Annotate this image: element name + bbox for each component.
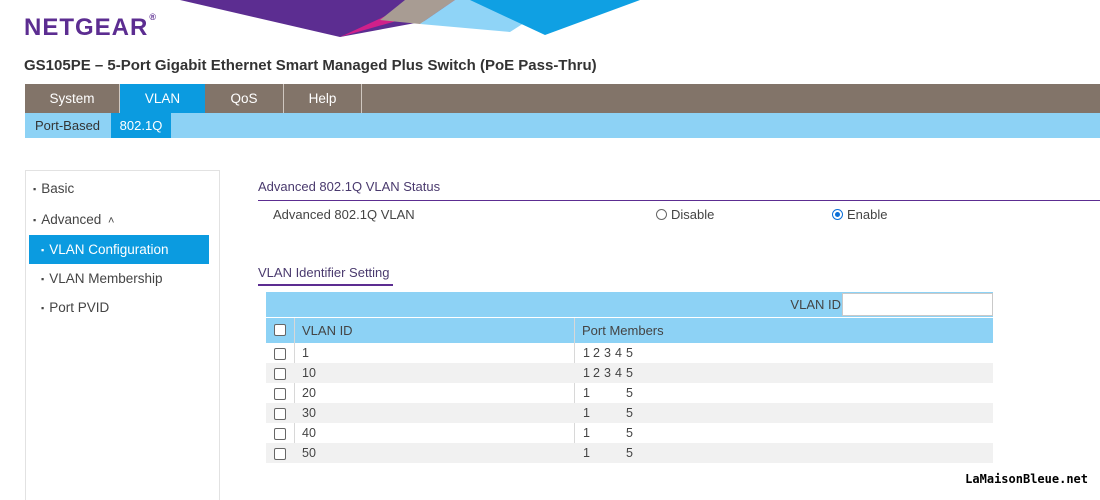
table-row: 30 1 5 [266, 403, 993, 423]
vlan-id-input[interactable] [842, 293, 993, 316]
status-section-title: Advanced 802.1Q VLAN Status [258, 179, 441, 194]
bullet-icon: ▪ [33, 214, 37, 225]
logo-text: NETGEAR [24, 14, 149, 41]
registered-mark: ® [149, 12, 157, 22]
vlan-id-cell: 10 [302, 366, 316, 380]
port-member: 1 [583, 386, 590, 400]
table-row: 50 1 5 [266, 443, 993, 463]
bullet-icon: ▪ [41, 244, 45, 255]
table-row: 20 1 5 [266, 383, 993, 403]
port-member: 5 [626, 346, 633, 360]
table-header: VLAN ID Port Members [266, 318, 993, 343]
port-member: 5 [626, 366, 633, 380]
port-member: 3 [604, 366, 611, 380]
row-checkbox[interactable] [274, 388, 286, 400]
vlan-id-cell: 40 [302, 426, 316, 440]
row-checkbox[interactable] [274, 368, 286, 380]
vlan-id-cell: 30 [302, 406, 316, 420]
sidebar-item-port-pvid[interactable]: ▪ Port PVID [41, 293, 109, 322]
enable-label: Enable [847, 207, 888, 222]
vlan-id-cell: 20 [302, 386, 316, 400]
netgear-logo: NETGEAR® [24, 12, 157, 42]
disable-radio[interactable] [656, 209, 667, 220]
subtab-port-based[interactable]: Port-Based [35, 113, 100, 138]
advanced-vlan-label: Advanced 802.1Q VLAN [273, 207, 415, 222]
tab-system[interactable]: System [25, 84, 120, 113]
port-member: 4 [615, 366, 622, 380]
port-member: 1 [583, 406, 590, 420]
vlan-id-cell: 50 [302, 446, 316, 460]
row-checkbox[interactable] [274, 408, 286, 420]
row-checkbox[interactable] [274, 428, 286, 440]
status-section-divider [258, 200, 1100, 201]
port-member: 5 [626, 406, 633, 420]
sidebar: ▪ Basic ▪ Advanced ˄ ▪ VLAN Configuration ▪… [25, 170, 220, 500]
header-banner-graphic [180, 0, 640, 37]
port-member: 1 [583, 346, 590, 360]
port-member: 1 [583, 446, 590, 460]
disable-label: Disable [671, 207, 715, 222]
port-member: 1 [583, 426, 590, 440]
vlan-id-entry-row: VLAN ID [266, 292, 993, 317]
bullet-icon: ▪ [33, 183, 37, 194]
vlan-id-entry-label: VLAN ID [790, 297, 841, 312]
top-nav: System VLAN QoS Help [25, 84, 1100, 113]
identifier-section-underline [258, 284, 393, 286]
sidebar-item-advanced[interactable]: ▪ Advanced ˄ [33, 205, 114, 234]
identifier-section-title: VLAN Identifier Setting [258, 265, 390, 280]
bullet-icon: ▪ [41, 273, 45, 284]
watermark: LaMaisonBleue.net [965, 472, 1088, 486]
sidebar-item-vlan-membership[interactable]: ▪ VLAN Membership [41, 264, 163, 293]
column-header-vlan-id: VLAN ID [302, 323, 353, 338]
sidebar-item-label: Basic [41, 181, 75, 196]
sub-nav: Port-Based 802.1Q [25, 113, 1100, 138]
port-member: 3 [604, 346, 611, 360]
sidebar-item-label: Advanced [41, 212, 102, 227]
tab-vlan[interactable]: VLAN [120, 84, 205, 113]
port-member: 4 [615, 346, 622, 360]
table-row: 1 1 2 3 4 5 [266, 343, 993, 363]
port-member: 2 [593, 346, 600, 360]
bullet-icon: ▪ [41, 302, 45, 313]
port-member: 5 [626, 386, 633, 400]
sidebar-item-label: VLAN Configuration [49, 242, 169, 257]
table-row: 40 1 5 [266, 423, 993, 443]
vlan-id-cell: 1 [302, 346, 309, 360]
select-all-checkbox[interactable] [274, 324, 286, 336]
sidebar-item-label: Port PVID [49, 300, 110, 315]
row-checkbox[interactable] [274, 448, 286, 460]
port-member: 1 [583, 366, 590, 380]
port-member: 5 [626, 426, 633, 440]
table-row: 10 1 2 3 4 5 [266, 363, 993, 383]
port-member: 5 [626, 446, 633, 460]
tab-qos[interactable]: QoS [205, 84, 284, 113]
column-header-port-members: Port Members [582, 323, 664, 338]
sidebar-item-vlan-configuration[interactable]: ▪ VLAN Configuration [29, 235, 209, 264]
sidebar-item-basic[interactable]: ▪ Basic [33, 174, 74, 203]
tab-help[interactable]: Help [284, 84, 362, 113]
subtab-802-1q[interactable]: 802.1Q [111, 113, 171, 138]
row-checkbox[interactable] [274, 348, 286, 360]
sidebar-item-label: VLAN Membership [49, 271, 163, 286]
caret-up-icon: ˄ [108, 215, 115, 227]
port-member: 2 [593, 366, 600, 380]
product-title: GS105PE – 5-Port Gigabit Ethernet Smart … [24, 57, 597, 74]
enable-radio[interactable] [832, 209, 843, 220]
